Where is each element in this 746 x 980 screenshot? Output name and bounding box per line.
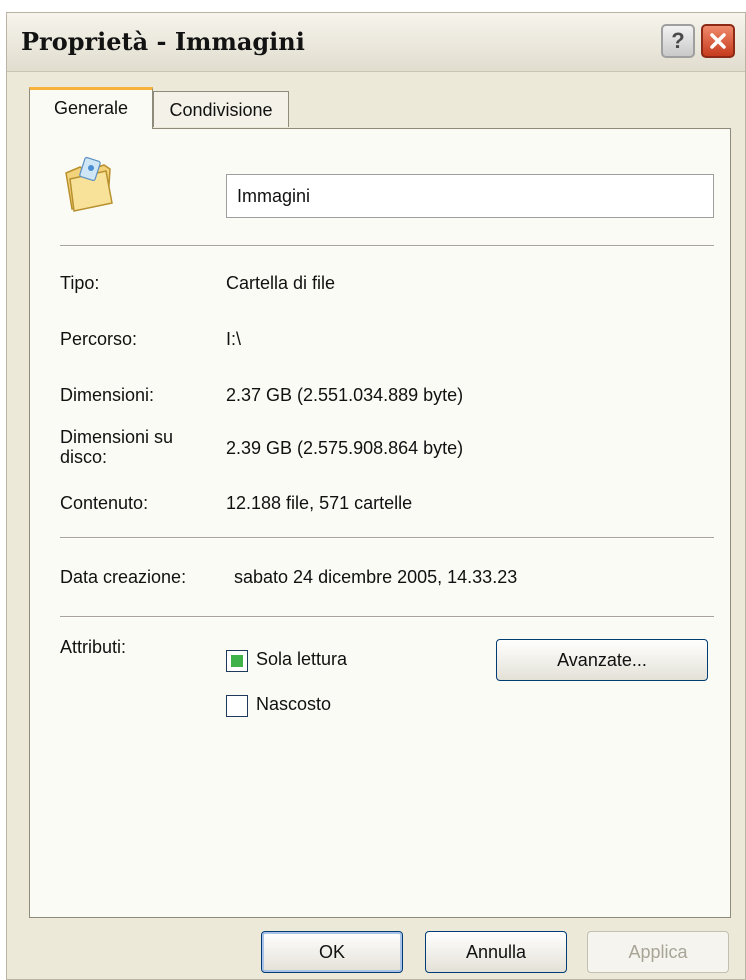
location-label: Percorso: — [60, 329, 138, 349]
separator — [60, 245, 714, 247]
folder-icon — [65, 156, 113, 212]
separator — [60, 537, 714, 539]
hidden-checkbox[interactable] — [226, 695, 248, 717]
tab-condivisione[interactable]: Condivisione — [153, 91, 289, 127]
size-label: Dimensioni: — [60, 385, 155, 405]
read-only-label[interactable]: Sola lettura — [256, 649, 347, 670]
size-on-disk-label: Dimensioni su disco: — [60, 427, 174, 467]
title-bar[interactable]: Proprietà - Immagini ? — [7, 13, 745, 72]
ok-button-label: OK — [318, 941, 345, 962]
location-value: I:\ — [226, 329, 242, 349]
cancel-button-label: Annulla — [465, 941, 527, 962]
advanced-button[interactable]: Avanzate... — [496, 639, 708, 681]
separator — [60, 616, 714, 618]
read-only-checkbox[interactable] — [226, 650, 248, 672]
type-value: Cartella di file — [226, 273, 336, 293]
window-title: Proprietà - Immagini — [21, 27, 305, 56]
type-label: Tipo: — [60, 273, 100, 293]
size-value: 2.37 GB (2.551.034.889 byte) — [226, 385, 464, 405]
folder-name-input[interactable] — [226, 174, 714, 218]
tab-strip: Generale Condivisione — [29, 87, 629, 129]
tab-generale-label: Generale — [53, 98, 129, 118]
attributes-label: Attributi: — [60, 637, 127, 657]
close-icon — [710, 33, 726, 49]
hidden-label[interactable]: Nascosto — [256, 694, 331, 715]
contents-label: Contenuto: — [60, 493, 149, 513]
created-label: Data creazione: — [60, 567, 187, 587]
apply-button-label: Applica — [628, 941, 688, 962]
size-on-disk-value: 2.39 GB (2.575.908.864 byte) — [226, 438, 464, 458]
advanced-button-label: Avanzate... — [557, 649, 647, 670]
apply-button[interactable]: Applica — [587, 931, 729, 973]
properties-dialog: Proprietà - Immagini ? Generale Condivis… — [6, 12, 746, 980]
general-tab-panel: Tipo: Cartella di file Percorso: I:\ Dim… — [29, 128, 731, 918]
help-label: ? — [671, 28, 685, 53]
tab-condivisione-label: Condivisione — [169, 100, 273, 120]
tab-generale[interactable]: Generale — [29, 87, 153, 129]
created-value: sabato 24 dicembre 2005, 14.33.23 — [234, 567, 518, 587]
help-button[interactable]: ? — [661, 24, 695, 58]
ok-button[interactable]: OK — [261, 931, 403, 973]
close-button[interactable] — [701, 24, 735, 58]
contents-value: 12.188 file, 571 cartelle — [226, 493, 413, 513]
cancel-button[interactable]: Annulla — [425, 931, 567, 973]
